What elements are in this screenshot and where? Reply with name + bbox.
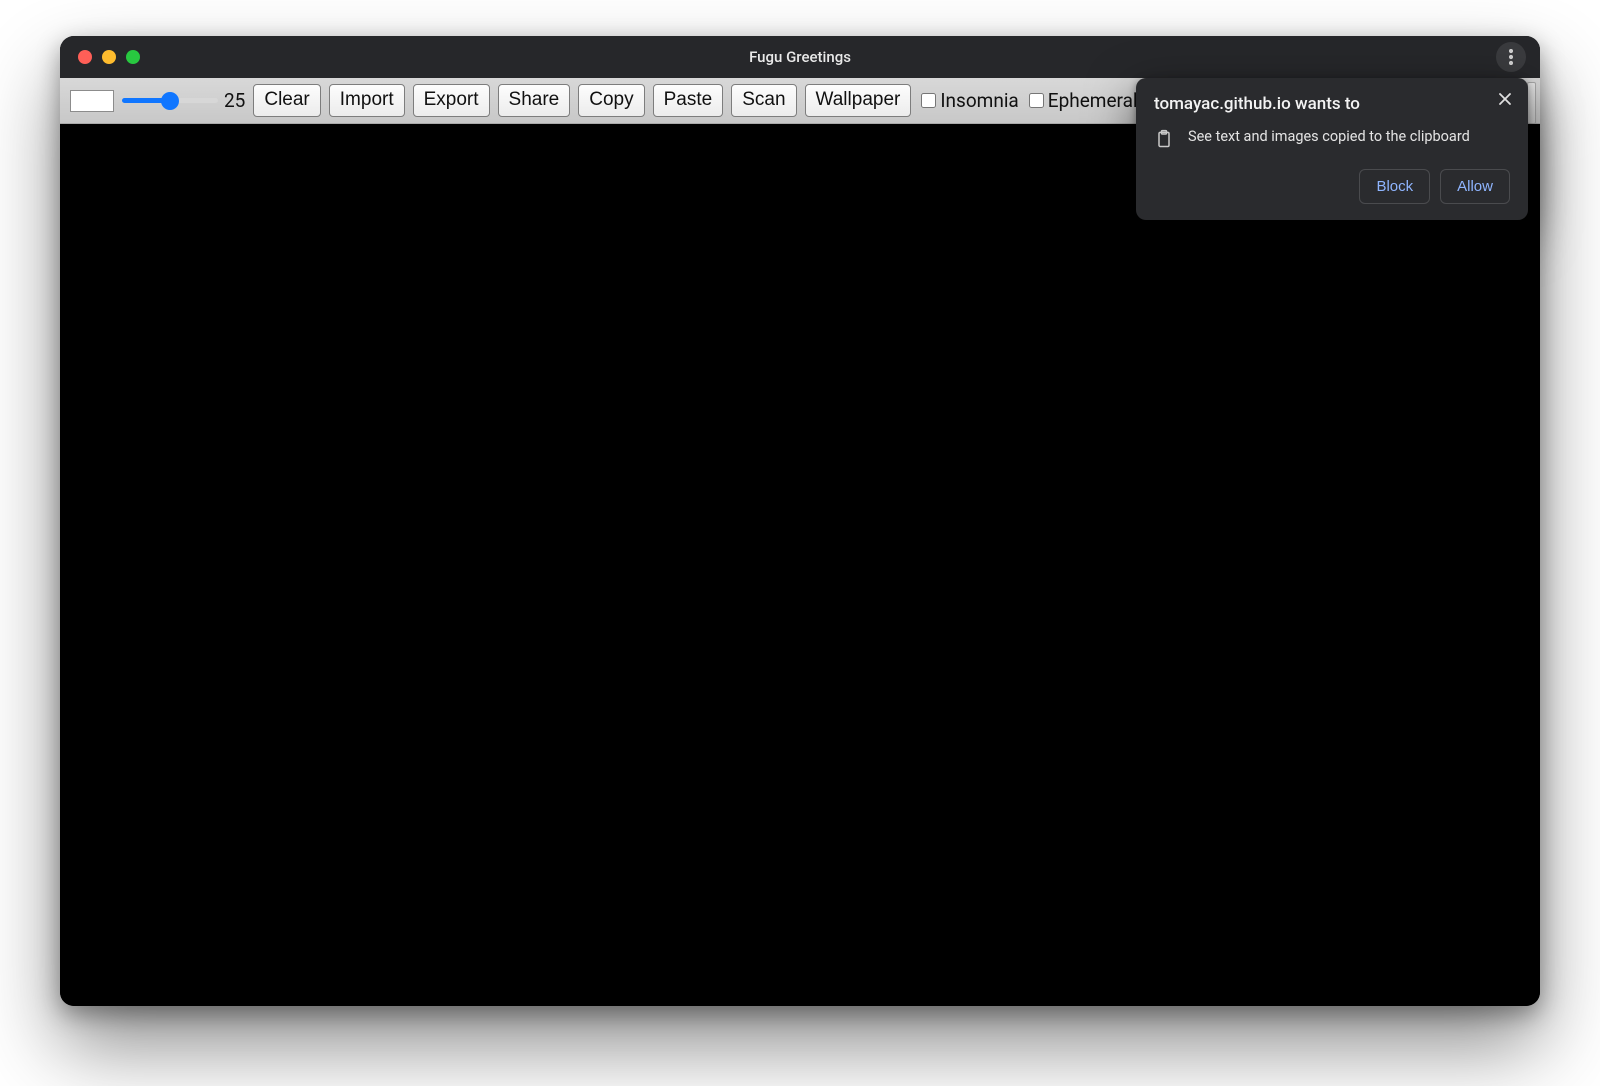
pen-size-value: 25 xyxy=(224,89,245,112)
pen-size-slider[interactable] xyxy=(122,91,218,111)
share-button[interactable]: Share xyxy=(498,84,571,117)
scrollbar-thumb[interactable] xyxy=(1527,82,1536,124)
import-button[interactable]: Import xyxy=(329,84,405,117)
insomnia-checkbox[interactable]: Insomnia xyxy=(921,89,1018,112)
window-title: Fugu Greetings xyxy=(60,48,1540,66)
ephemeral-checkbox[interactable]: Ephemeral xyxy=(1029,89,1138,112)
insomnia-checkbox-input[interactable] xyxy=(921,93,936,108)
clear-button[interactable]: Clear xyxy=(253,84,320,117)
permission-actions: Block Allow xyxy=(1154,169,1510,204)
scan-button[interactable]: Scan xyxy=(731,84,796,117)
permission-detail-row: See text and images copied to the clipbo… xyxy=(1154,128,1510,149)
permission-close-button[interactable] xyxy=(1494,88,1516,110)
drawing-canvas[interactable] xyxy=(60,124,1540,1006)
vertical-dots-icon xyxy=(1509,49,1513,65)
permission-prompt: tomayac.github.io wants to See text and … xyxy=(1136,78,1528,220)
ephemeral-checkbox-label: Ephemeral xyxy=(1048,89,1138,112)
block-button[interactable]: Block xyxy=(1359,169,1430,204)
slider-thumb[interactable] xyxy=(161,92,179,110)
wallpaper-button[interactable]: Wallpaper xyxy=(805,84,912,117)
titlebar: Fugu Greetings xyxy=(60,36,1540,78)
permission-wants-to: wants to xyxy=(1295,94,1360,114)
paste-button[interactable]: Paste xyxy=(653,84,724,117)
permission-title: tomayac.github.io wants to xyxy=(1154,94,1510,114)
minimize-window-button[interactable] xyxy=(102,50,116,64)
export-button[interactable]: Export xyxy=(413,84,490,117)
color-picker[interactable] xyxy=(70,90,114,112)
permission-origin: tomayac.github.io xyxy=(1154,94,1291,114)
close-window-button[interactable] xyxy=(78,50,92,64)
traffic-lights xyxy=(60,50,140,64)
permission-description: See text and images copied to the clipbo… xyxy=(1188,128,1470,145)
overflow-menu-button[interactable] xyxy=(1496,42,1526,72)
pen-size-control: 25 xyxy=(122,89,245,112)
copy-button[interactable]: Copy xyxy=(578,84,644,117)
insomnia-checkbox-label: Insomnia xyxy=(940,89,1018,112)
zoom-window-button[interactable] xyxy=(126,50,140,64)
allow-button[interactable]: Allow xyxy=(1440,169,1510,204)
ephemeral-checkbox-input[interactable] xyxy=(1029,93,1044,108)
clipboard-icon xyxy=(1154,129,1174,149)
close-icon xyxy=(1498,92,1512,106)
